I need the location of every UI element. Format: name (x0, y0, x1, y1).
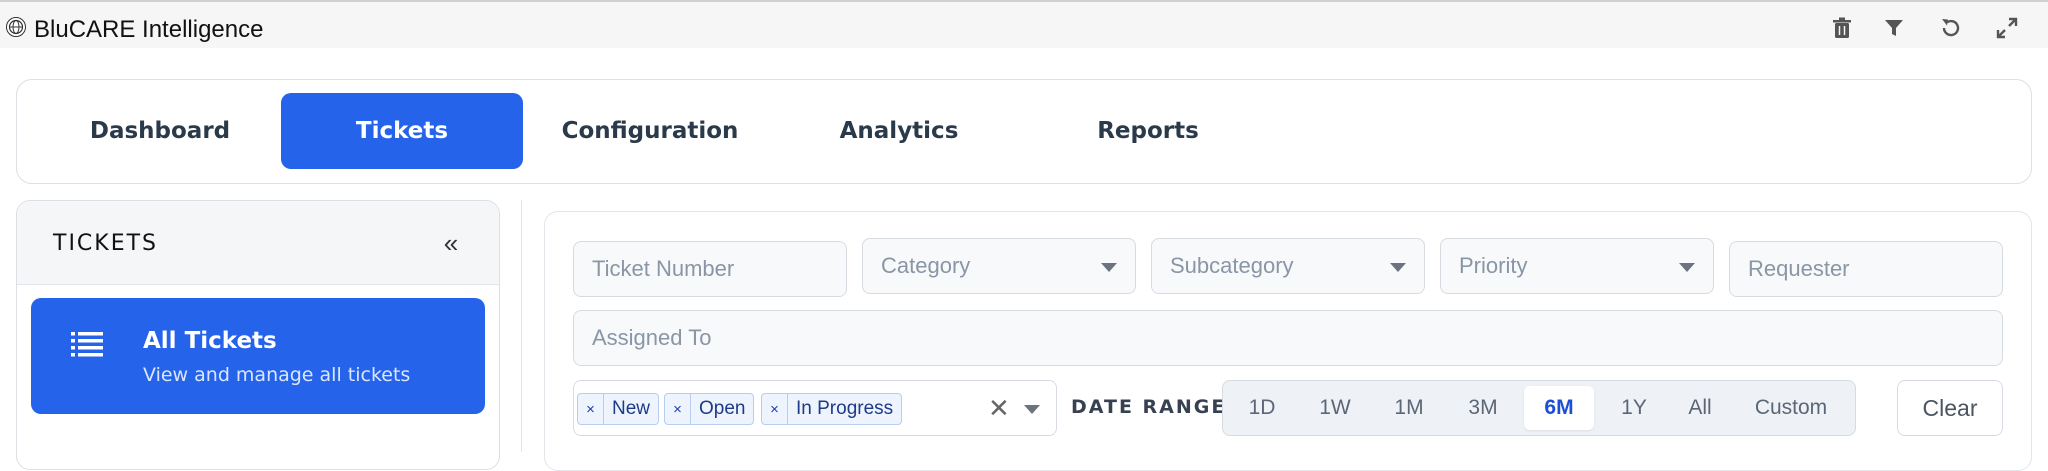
chevron-down-icon (1390, 263, 1406, 272)
chevron-down-icon[interactable] (1024, 405, 1040, 414)
chip-remove-icon[interactable]: × (665, 394, 691, 424)
chip-remove-icon[interactable]: × (578, 394, 604, 424)
range-1y-button[interactable]: 1Y (1604, 386, 1664, 430)
range-3m-button[interactable]: 3M (1451, 386, 1515, 430)
chip-label: New (612, 398, 651, 419)
panel-divider (521, 200, 522, 452)
filter-icon[interactable] (1880, 14, 1908, 42)
subcategory-select[interactable]: Subcategory (1151, 238, 1425, 294)
date-range-label: DATE RANGE (1071, 396, 1227, 418)
chip-remove-icon[interactable]: × (762, 394, 788, 424)
priority-select[interactable]: Priority (1440, 238, 1714, 294)
sidebar-title: TICKETS (53, 231, 159, 256)
expand-icon[interactable] (1993, 14, 2021, 42)
range-6m-button[interactable]: 6M (1524, 386, 1594, 430)
chevron-down-icon (1679, 263, 1695, 272)
clear-selection-icon[interactable]: ✕ (988, 393, 1010, 424)
assigned-to-input[interactable] (573, 310, 2003, 366)
tab-analytics[interactable]: Analytics (778, 93, 1020, 169)
title-bar: BluCARE Intelligence (0, 0, 2048, 48)
status-chip-in-progress: × In Progress (761, 393, 903, 425)
sidebar: TICKETS « All Tickets View and manage al… (16, 200, 500, 470)
ticket-number-input[interactable] (573, 241, 847, 297)
assigned-to-field[interactable] (592, 325, 2002, 351)
refresh-icon[interactable] (1937, 14, 1965, 42)
tab-tickets[interactable]: Tickets (281, 93, 523, 169)
status-chip-new: × New (577, 393, 660, 425)
range-1d-button[interactable]: 1D (1231, 386, 1293, 430)
double-chevron-left-icon: « (443, 227, 459, 258)
range-custom-button[interactable]: Custom (1735, 386, 1847, 430)
range-1m-button[interactable]: 1M (1377, 386, 1441, 430)
chip-label: Open (699, 398, 746, 419)
tab-reports[interactable]: Reports (1027, 93, 1269, 169)
category-select[interactable]: Category (862, 238, 1136, 294)
range-all-button[interactable]: All (1672, 386, 1728, 430)
trash-icon[interactable] (1828, 14, 1856, 42)
list-icon (71, 331, 103, 357)
tab-dashboard[interactable]: Dashboard (39, 93, 281, 169)
clear-filters-button[interactable]: Clear (1897, 380, 2003, 436)
category-placeholder: Category (881, 253, 971, 278)
sidebar-item-subtitle: View and manage all tickets (143, 364, 411, 386)
requester-field[interactable] (1748, 256, 2002, 282)
collapse-sidebar-button[interactable]: « (433, 225, 469, 261)
subcategory-placeholder: Subcategory (1170, 253, 1294, 278)
status-multiselect[interactable]: × New × Open × In Progress ✕ (573, 380, 1057, 436)
status-chip-open: × Open (664, 393, 755, 425)
range-1w-button[interactable]: 1W (1303, 386, 1367, 430)
main-tabs: Dashboard Tickets Configuration Analytic… (16, 79, 2032, 184)
chip-label: In Progress (796, 398, 894, 419)
ticket-number-field[interactable] (592, 256, 846, 282)
tab-configuration[interactable]: Configuration (529, 93, 771, 169)
priority-placeholder: Priority (1459, 253, 1528, 278)
sidebar-item-title: All Tickets (143, 328, 277, 354)
app-title: BluCARE Intelligence (34, 16, 264, 43)
chevron-down-icon (1101, 263, 1117, 272)
sidebar-header: TICKETS « (17, 201, 499, 285)
requester-input[interactable] (1729, 241, 2003, 297)
date-range-selector: 1D 1W 1M 3M 6M 1Y All Custom (1222, 380, 1856, 436)
sidebar-item-all-tickets[interactable]: All Tickets View and manage all tickets (31, 298, 485, 414)
globe-logo-icon (6, 17, 26, 37)
